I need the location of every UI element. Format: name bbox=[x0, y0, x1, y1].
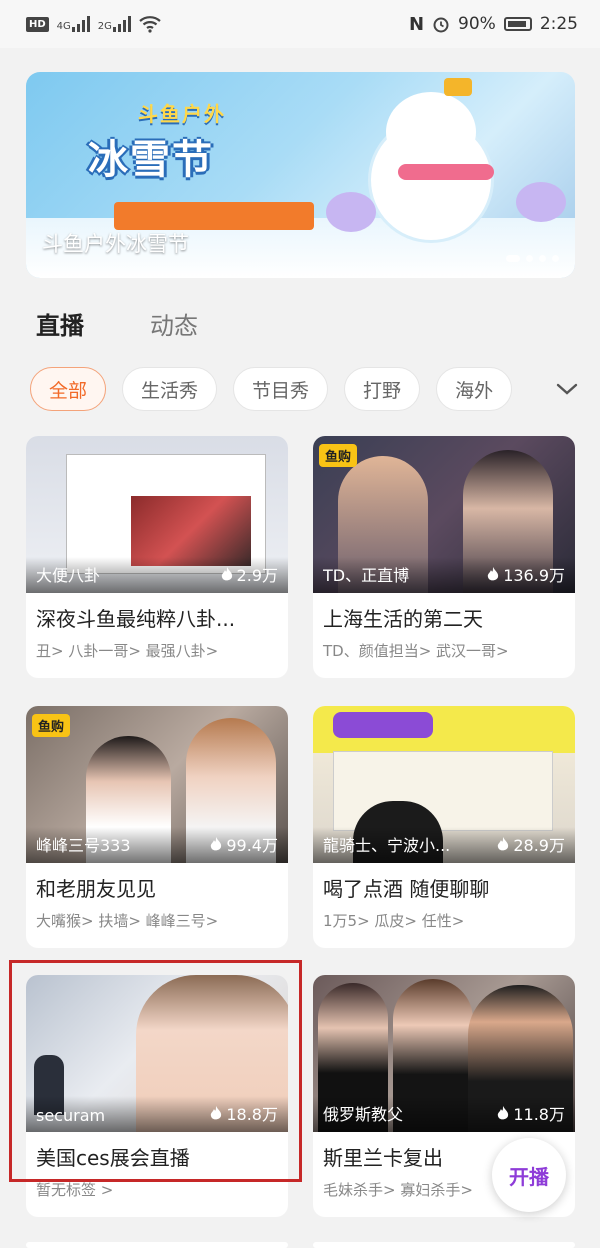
stream-thumbnail: 龍骑士、宁波小... 28.9万 bbox=[313, 706, 575, 863]
chip-program-show[interactable]: 节目秀 bbox=[233, 367, 329, 411]
viewer-count-value: 28.9万 bbox=[513, 836, 565, 855]
category-chips: 全部 生活秀 节目秀 打野 海外 bbox=[30, 366, 600, 412]
viewer-count: 11.8万 bbox=[497, 1101, 565, 1125]
status-right: N 90% 2:25 bbox=[409, 14, 578, 35]
viewer-count-value: 136.9万 bbox=[503, 566, 565, 585]
dolphin-mascot-right bbox=[516, 182, 566, 222]
snowman-scarf bbox=[398, 164, 494, 180]
signal-2-icon: 2G bbox=[98, 16, 131, 32]
live-card[interactable]: 鱼购 峰峰三号333 99.4万 和老朋友见见 大嘴猴> 扶墙> 峰峰三号> bbox=[26, 706, 288, 948]
promo-banner[interactable]: 斗鱼户外 冰雪节 斗鱼户外冰雪节 bbox=[26, 72, 575, 278]
signal-1-icon: 4G bbox=[57, 16, 90, 32]
dolphin-mascot-left bbox=[326, 192, 376, 232]
snowman-head bbox=[386, 92, 476, 172]
flame-icon bbox=[498, 836, 509, 850]
fish-buy-badge: 鱼购 bbox=[32, 714, 71, 737]
stream-title: 深夜斗鱼最纯粹八卦... bbox=[36, 607, 236, 631]
viewer-count-value: 99.4万 bbox=[226, 836, 278, 855]
stream-title: 上海生活的第二天 bbox=[323, 607, 483, 631]
anchor-name: 大便八卦 bbox=[36, 566, 101, 585]
network-type-2: 2G bbox=[97, 21, 112, 32]
viewer-count: 99.4万 bbox=[210, 832, 278, 856]
highlight-box bbox=[9, 960, 302, 1182]
thumb-banner-art bbox=[333, 712, 433, 738]
pager-dot bbox=[506, 255, 520, 262]
live-card[interactable]: 鱼购 TD、正直博 136.9万 上海生活的第二天 TD、颜值担当> 武汉一哥> bbox=[313, 436, 575, 678]
banner-ribbon bbox=[114, 202, 314, 230]
pager-dot bbox=[526, 255, 533, 262]
banner-brand-main: 冰雪节 bbox=[88, 137, 214, 183]
start-live-button[interactable]: 开播 bbox=[492, 1138, 566, 1212]
stream-title: 和老朋友见见 bbox=[36, 877, 156, 901]
wifi-icon bbox=[139, 16, 161, 33]
battery-icon bbox=[503, 17, 532, 31]
flame-icon bbox=[221, 566, 232, 580]
stream-thumbnail: 鱼购 TD、正直博 136.9万 bbox=[313, 436, 575, 593]
stream-tags: 丑> 八卦一哥> 最强八卦> bbox=[36, 642, 219, 660]
fish-buy-badge: 鱼购 bbox=[319, 444, 358, 467]
stream-tags: TD、颜值担当> 武汉一哥> bbox=[323, 642, 509, 660]
battery-percent: 90% bbox=[458, 14, 496, 34]
chip-outdoor[interactable]: 打野 bbox=[344, 367, 421, 411]
anchor-name: 峰峰三号333 bbox=[36, 836, 131, 855]
viewer-count: 28.9万 bbox=[497, 832, 565, 856]
main-tabs: 直播 动态 bbox=[36, 306, 198, 341]
banner-title: 斗鱼户外冰雪节 bbox=[42, 232, 189, 256]
status-left: HD 4G 2G bbox=[26, 15, 161, 33]
status-bar: HD 4G 2G N 90% 2:25 bbox=[0, 0, 600, 48]
viewer-count-value: 11.8万 bbox=[513, 1105, 565, 1124]
network-type-1: 4G bbox=[56, 21, 71, 32]
viewer-count: 136.9万 bbox=[487, 562, 565, 586]
tab-dynamic[interactable]: 动态 bbox=[150, 306, 198, 341]
chip-life-show[interactable]: 生活秀 bbox=[122, 367, 218, 411]
live-card-partial[interactable] bbox=[26, 1242, 288, 1248]
expand-categories-button[interactable] bbox=[534, 366, 600, 412]
start-live-label: 开播 bbox=[509, 1164, 549, 1189]
stream-thumbnail: 俄罗斯教父 11.8万 bbox=[313, 975, 575, 1132]
chevron-down-icon bbox=[556, 383, 578, 395]
anchor-name: 龍骑士、宁波小... bbox=[323, 836, 451, 855]
nfc-icon: N bbox=[408, 13, 425, 35]
chip-all[interactable]: 全部 bbox=[30, 367, 107, 411]
alarm-icon bbox=[433, 17, 449, 33]
stream-tags: 大嘴猴> 扶墙> 峰峰三号> bbox=[36, 912, 219, 930]
stream-tags: 1万5> 瓜皮> 任性> bbox=[323, 912, 465, 930]
live-card-partial[interactable] bbox=[313, 1242, 575, 1248]
flame-icon bbox=[487, 566, 499, 580]
snowman-hat bbox=[444, 78, 472, 96]
anchor-name: TD、正直博 bbox=[323, 566, 410, 585]
viewer-count: 2.9万 bbox=[221, 562, 278, 586]
flame-icon bbox=[211, 836, 222, 850]
anchor-name: 俄罗斯教父 bbox=[323, 1105, 404, 1124]
banner-pager bbox=[506, 255, 559, 262]
banner-brand-art: 斗鱼户外 冰雪节 bbox=[88, 98, 226, 185]
pager-dot bbox=[552, 255, 559, 262]
clock: 2:25 bbox=[539, 14, 578, 34]
tab-live[interactable]: 直播 bbox=[36, 306, 84, 341]
hd-indicator: HD bbox=[26, 16, 49, 32]
banner-brand-small: 斗鱼户外 bbox=[138, 102, 226, 126]
pager-dot bbox=[539, 255, 546, 262]
stream-thumbnail: 大便八卦 2.9万 bbox=[26, 436, 288, 593]
chip-overseas[interactable]: 海外 bbox=[436, 367, 513, 411]
live-card[interactable]: 龍骑士、宁波小... 28.9万 喝了点酒 随便聊聊 1万5> 瓜皮> 任性> bbox=[313, 706, 575, 948]
viewer-count-value: 2.9万 bbox=[236, 566, 278, 585]
flame-icon bbox=[498, 1105, 509, 1119]
thumb-photo bbox=[131, 496, 251, 566]
live-card[interactable]: 大便八卦 2.9万 深夜斗鱼最纯粹八卦... 丑> 八卦一哥> 最强八卦> bbox=[26, 436, 288, 678]
stream-title: 喝了点酒 随便聊聊 bbox=[323, 877, 490, 901]
stream-thumbnail: 鱼购 峰峰三号333 99.4万 bbox=[26, 706, 288, 863]
